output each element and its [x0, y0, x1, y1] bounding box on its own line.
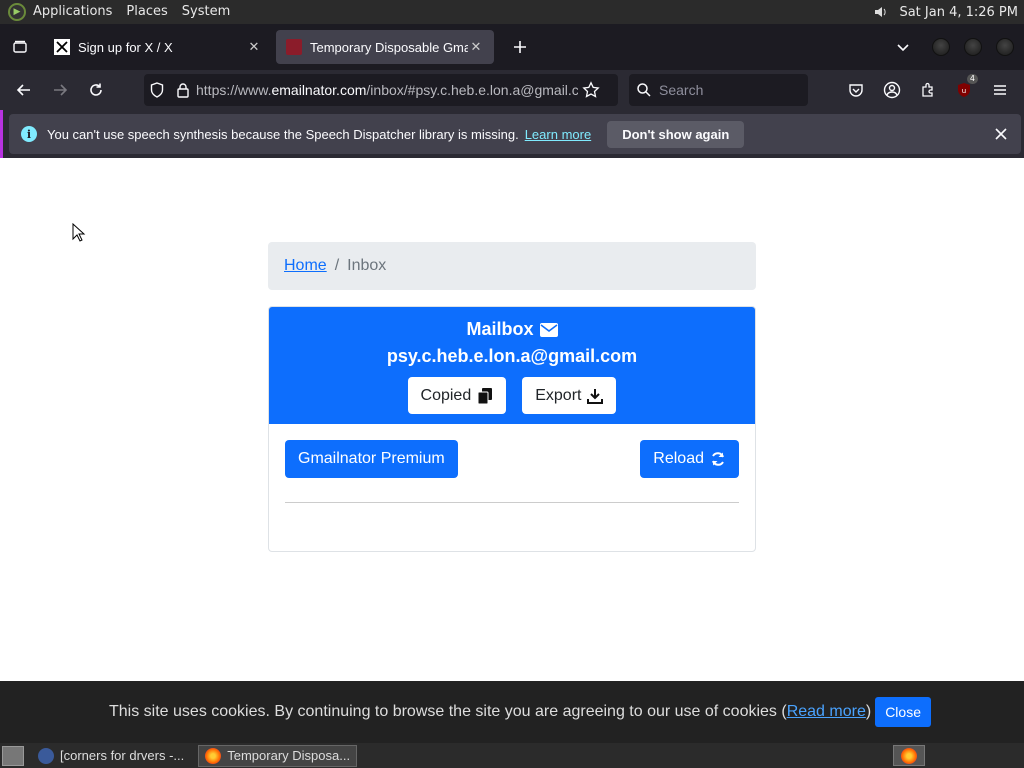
reload-button-label: Reload — [653, 450, 704, 467]
taskbar-item-label: [corners for drvers -... — [60, 748, 185, 763]
mailbox-title-text: Mailbox — [466, 319, 534, 339]
url-host: emailnator.com — [271, 82, 367, 98]
learn-more-link[interactable]: Learn more — [525, 127, 591, 142]
close-tab-icon[interactable]: ✕ — [246, 39, 262, 55]
extensions-badge: 4 — [966, 74, 978, 84]
top-panel: ▶ Applications Places System Sat Jan 4, … — [0, 0, 1024, 24]
copy-button[interactable]: Copied — [407, 377, 507, 414]
envelope-icon — [539, 322, 558, 337]
info-icon: i — [21, 126, 37, 142]
toolbar-buttons: u 4 — [838, 74, 1018, 106]
account-icon[interactable] — [874, 74, 910, 106]
download-icon — [587, 388, 604, 404]
close-window-button[interactable] — [996, 38, 1014, 56]
cookie-message: This site uses cookies. By continuing to… — [109, 703, 871, 721]
gmailnator-premium-button[interactable]: Gmailnator Premium — [285, 440, 458, 478]
emailnator-icon — [286, 39, 302, 55]
url-bar[interactable]: https://www.emailnator.com/inbox/#psy.c.… — [144, 74, 618, 106]
extensions-icon[interactable] — [910, 74, 946, 106]
menu-applications[interactable]: Applications — [26, 0, 119, 24]
taskbar: [corners for drvers -... Temporary Dispo… — [0, 743, 1024, 768]
back-icon[interactable] — [6, 74, 42, 106]
reload-icon[interactable] — [78, 74, 114, 106]
cookie-text: This site uses cookies. By continuing to… — [109, 703, 787, 720]
search-bar[interactable]: Search — [629, 74, 808, 106]
page-content: Home / Inbox Mailbox psy.c.heb.e.lon.a@g… — [0, 158, 1024, 743]
tab-sign-up-x[interactable]: Sign up for X / X ✕ — [44, 30, 272, 64]
bookmark-star-icon[interactable] — [578, 74, 604, 106]
tab-list-chevron-icon[interactable] — [888, 40, 918, 54]
browser-icon — [38, 747, 54, 764]
reload-button[interactable]: Reload — [640, 440, 739, 478]
sync-icon — [712, 452, 724, 466]
taskbar-item-label: Temporary Disposa... — [227, 748, 351, 763]
tab-temporary-gmail[interactable]: Temporary Disposable Gmail ✕ — [276, 30, 494, 64]
search-placeholder: Search — [659, 82, 704, 98]
hamburger-menu-icon[interactable] — [982, 74, 1018, 106]
forward-icon[interactable] — [42, 74, 78, 106]
new-tab-icon[interactable] — [502, 30, 538, 64]
mailbox-email[interactable]: psy.c.heb.e.lon.a@gmail.com — [269, 346, 755, 367]
breadcrumb: Home / Inbox — [268, 242, 756, 290]
url-text[interactable]: https://www.emailnator.com/inbox/#psy.c.… — [196, 82, 578, 98]
tab-bar: Sign up for X / X ✕ Temporary Disposable… — [0, 24, 1024, 70]
url-path: /inbox/#psy.c.heb.e.lon.a@gmail.com — [366, 82, 578, 98]
mailbox-header: Mailbox psy.c.heb.e.lon.a@gmail.com Copi… — [269, 307, 755, 424]
show-desktop-icon[interactable] — [2, 745, 24, 766]
nav-toolbar: https://www.emailnator.com/inbox/#psy.c.… — [0, 70, 1024, 110]
ublock-icon[interactable]: u 4 — [946, 74, 982, 106]
clock[interactable]: Sat Jan 4, 1:26 PM — [899, 5, 1018, 20]
close-icon[interactable] — [993, 126, 1009, 142]
breadcrumb-home-link[interactable]: Home — [284, 257, 327, 275]
cookie-bar: This site uses cookies. By continuing to… — [0, 681, 1024, 743]
menu-places[interactable]: Places — [119, 0, 174, 24]
lock-icon[interactable] — [170, 74, 196, 106]
search-icon — [629, 82, 659, 98]
read-more-link[interactable]: Read more — [787, 703, 866, 720]
close-tab-icon[interactable]: ✕ — [468, 39, 484, 55]
export-button-label: Export — [535, 386, 582, 404]
breadcrumb-current: Inbox — [347, 257, 387, 274]
firefox-icon — [205, 747, 222, 764]
tab-label: Sign up for X / X — [78, 39, 173, 55]
cookie-close-button[interactable]: Close — [875, 697, 931, 727]
pocket-icon[interactable] — [838, 74, 874, 106]
url-prefix: https://www. — [196, 82, 272, 98]
minimize-window-button[interactable] — [932, 38, 950, 56]
notification-bar: i You can't use speech synthesis because… — [0, 110, 1024, 158]
maximize-window-button[interactable] — [964, 38, 982, 56]
dont-show-again-button[interactable]: Don't show again — [607, 120, 745, 148]
gnome-foot-icon[interactable]: ▶ — [8, 3, 26, 21]
tab-label: Temporary Disposable Gmail — [310, 39, 468, 55]
x-logo-icon — [54, 39, 70, 55]
copy-icon — [477, 387, 493, 404]
cookie-close-paren: ) — [865, 703, 872, 720]
speaker-icon[interactable] — [873, 4, 889, 20]
export-button[interactable]: Export — [522, 377, 617, 414]
svg-text:u: u — [962, 87, 966, 95]
mailbox-title: Mailbox — [269, 307, 755, 340]
breadcrumb-separator: / — [334, 257, 340, 274]
menu-system[interactable]: System — [175, 0, 237, 24]
taskbar-item-firefox[interactable]: Temporary Disposa... — [198, 744, 358, 767]
mailbox-card: Mailbox psy.c.heb.e.lon.a@gmail.com Copi… — [268, 306, 756, 552]
tray-firefox-icon[interactable] — [893, 745, 925, 766]
firefox-view-icon[interactable] — [0, 24, 40, 70]
mailbox-body: Gmailnator Premium Reload — [269, 424, 755, 551]
divider — [285, 502, 739, 503]
shield-icon[interactable] — [144, 74, 170, 106]
mouse-cursor-icon — [72, 223, 86, 242]
notification-message: You can't use speech synthesis because t… — [47, 126, 519, 142]
copy-button-label: Copied — [420, 386, 472, 404]
taskbar-item-terminal[interactable]: [corners for drvers -... — [32, 745, 190, 767]
